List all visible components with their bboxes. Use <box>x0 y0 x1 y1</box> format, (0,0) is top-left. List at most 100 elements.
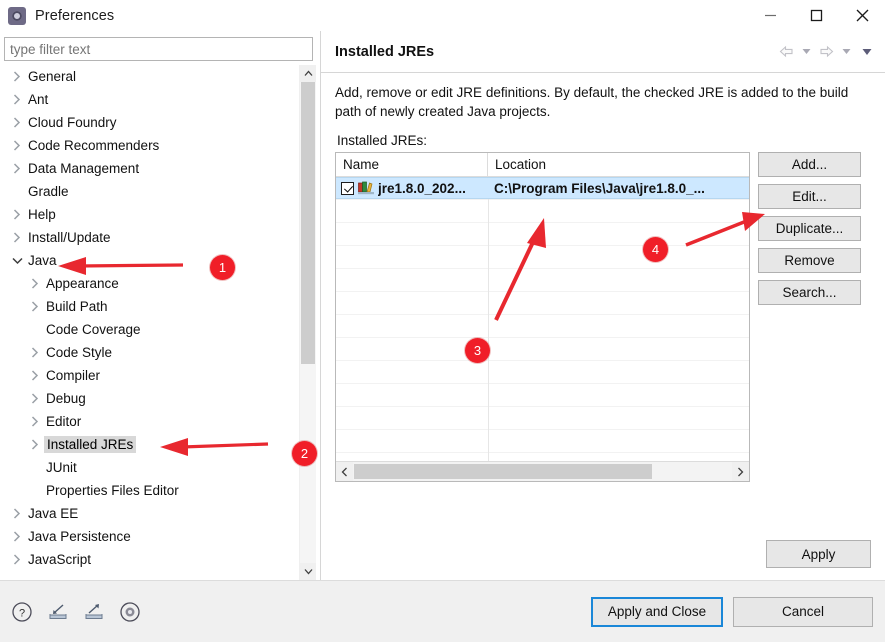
sidebar-item-code-style[interactable]: Code Style <box>4 341 300 364</box>
apply-and-close-button[interactable]: Apply and Close <box>591 596 723 627</box>
forward-arrow-icon[interactable] <box>818 42 835 62</box>
sidebar-item-label: Appearance <box>46 276 119 291</box>
sidebar-item-editor[interactable]: Editor <box>4 410 300 433</box>
sidebar-item-appearance[interactable]: Appearance <box>4 272 300 295</box>
chevron-right-icon[interactable] <box>26 347 44 358</box>
sidebar-item-label: Code Style <box>46 345 113 360</box>
apply-row: Apply <box>321 528 885 580</box>
svg-text:?: ? <box>19 607 25 619</box>
sidebar-item-installed-jres[interactable]: Installed JREs <box>4 433 300 456</box>
chevron-right-icon[interactable] <box>8 554 26 565</box>
sidebar-item-javascript[interactable]: JavaScript <box>4 548 300 571</box>
chevron-up-icon[interactable] <box>300 65 316 82</box>
sidebar-item-compiler[interactable]: Compiler <box>4 364 300 387</box>
sidebar-item-label: Code Coverage <box>46 322 141 337</box>
chevron-down-icon[interactable] <box>8 257 26 265</box>
sidebar-item-java-persistence[interactable]: Java Persistence <box>4 525 300 548</box>
dialog-body: General Ant Cloud Foundry Code Recommenders… <box>0 31 885 580</box>
page-description: Add, remove or edit JRE definitions. By … <box>335 85 849 119</box>
sidebar-item-java-ee[interactable]: Java EE <box>4 502 300 525</box>
sidebar-item-junit[interactable]: JUnit <box>4 456 300 479</box>
sidebar-item-label: Code Recommenders <box>28 138 160 153</box>
minimize-icon[interactable] <box>747 0 793 31</box>
sidebar-item-data-management[interactable]: Data Management <box>4 157 300 180</box>
forward-menu-chevron-down-icon[interactable] <box>838 42 855 62</box>
import-icon[interactable] <box>46 600 70 624</box>
chevron-right-icon[interactable] <box>732 462 749 481</box>
sidebar-item-debug[interactable]: Debug <box>4 387 300 410</box>
preferences-page: Installed JREs Add, remove or edit JRE d… <box>320 31 885 580</box>
sidebar-item-help[interactable]: Help <box>4 203 300 226</box>
export-icon[interactable] <box>82 600 106 624</box>
sidebar-scrollbar-thumb[interactable] <box>301 82 315 364</box>
sidebar-item-label: Data Management <box>28 161 140 176</box>
remove-button[interactable]: Remove <box>758 248 861 273</box>
sidebar-scrollbar[interactable] <box>299 65 316 580</box>
sidebar-item-label: Java EE <box>28 506 79 521</box>
table-row[interactable]: jre1.8.0_202... C:\Program Files\Java\jr… <box>336 177 749 199</box>
chevron-right-icon[interactable] <box>26 439 44 450</box>
chevron-right-icon[interactable] <box>8 94 26 105</box>
column-header-location[interactable]: Location <box>488 153 749 176</box>
view-menu-chevron-down-filled-icon[interactable] <box>858 42 875 62</box>
chevron-right-icon[interactable] <box>26 301 44 312</box>
footer-buttons: Apply and Close Cancel <box>591 596 873 627</box>
page-content: Add, remove or edit JRE definitions. By … <box>321 73 885 528</box>
dialog-footer: ? Apply and Close Cancel <box>0 580 885 642</box>
chevron-right-icon[interactable] <box>8 508 26 519</box>
window-titlebar: Preferences <box>0 0 885 31</box>
table-body: jre1.8.0_202... C:\Program Files\Java\jr… <box>336 177 749 461</box>
sidebar-item-general[interactable]: General <box>4 65 300 88</box>
chevron-right-icon[interactable] <box>8 531 26 542</box>
sidebar-item-java[interactable]: Java <box>4 249 300 272</box>
table-horizontal-scrollbar[interactable] <box>336 461 749 481</box>
sidebar-item-install-update[interactable]: Install/Update <box>4 226 300 249</box>
chevron-right-icon[interactable] <box>8 140 26 151</box>
cancel-button[interactable]: Cancel <box>733 596 873 627</box>
sidebar-item-build-path[interactable]: Build Path <box>4 295 300 318</box>
back-arrow-icon[interactable] <box>778 42 795 62</box>
filter-container <box>0 31 320 65</box>
sidebar-item-label: Cloud Foundry <box>28 115 117 130</box>
sidebar-item-label: JUnit <box>46 460 77 475</box>
close-icon[interactable] <box>839 0 885 31</box>
chevron-right-icon[interactable] <box>8 117 26 128</box>
preferences-sidebar: General Ant Cloud Foundry Code Recommenders… <box>0 31 320 580</box>
chevron-right-icon[interactable] <box>8 232 26 243</box>
sidebar-item-label: Compiler <box>46 368 101 383</box>
chevron-right-icon[interactable] <box>26 278 44 289</box>
sidebar-item-label: Debug <box>46 391 86 406</box>
back-menu-chevron-down-icon[interactable] <box>798 42 815 62</box>
jre-name: jre1.8.0_202... <box>378 180 466 196</box>
chevron-right-icon[interactable] <box>8 209 26 220</box>
maximize-icon[interactable] <box>793 0 839 31</box>
settings-icon[interactable] <box>118 600 142 624</box>
edit-button[interactable]: Edit... <box>758 184 861 209</box>
chevron-right-icon[interactable] <box>26 370 44 381</box>
installed-jres-table[interactable]: Name Location jre1.8.0_202... C:\Program… <box>335 152 750 482</box>
jre-checkbox[interactable] <box>341 181 354 195</box>
search-input[interactable] <box>4 37 313 61</box>
sidebar-item-code-recommenders[interactable]: Code Recommenders <box>4 134 300 157</box>
table-scrollbar-thumb[interactable] <box>354 464 652 479</box>
search-button[interactable]: Search... <box>758 280 861 305</box>
apply-button[interactable]: Apply <box>766 540 871 568</box>
sidebar-item-ant[interactable]: Ant <box>4 88 300 111</box>
sidebar-item-gradle[interactable]: Gradle <box>4 180 300 203</box>
chevron-left-icon[interactable] <box>336 462 353 481</box>
duplicate-button[interactable]: Duplicate... <box>758 216 861 241</box>
chevron-right-icon[interactable] <box>26 393 44 404</box>
help-icon[interactable]: ? <box>10 600 34 624</box>
chevron-right-icon[interactable] <box>8 71 26 82</box>
sidebar-item-code-coverage[interactable]: Code Coverage <box>4 318 300 341</box>
chevron-right-icon[interactable] <box>8 163 26 174</box>
preferences-tree[interactable]: General Ant Cloud Foundry Code Recommenders… <box>4 65 300 580</box>
chevron-down-icon[interactable] <box>300 563 316 580</box>
chevron-right-icon[interactable] <box>26 416 44 427</box>
sidebar-item-cloud-foundry[interactable]: Cloud Foundry <box>4 111 300 134</box>
add-button[interactable]: Add... <box>758 152 861 177</box>
sidebar-item-label: Java <box>28 253 57 268</box>
column-header-name[interactable]: Name <box>336 153 488 176</box>
sidebar-item-label: JavaScript <box>28 552 92 567</box>
sidebar-item-properties-files-editor[interactable]: Properties Files Editor <box>4 479 300 502</box>
